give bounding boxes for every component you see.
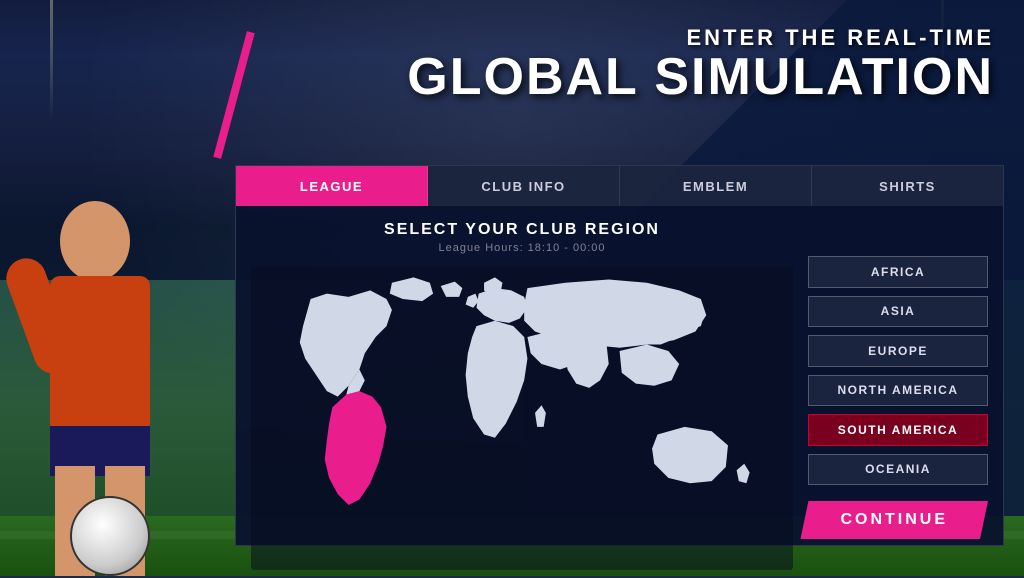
region-africa-btn[interactable]: AFRICA xyxy=(808,256,988,288)
player-ball xyxy=(70,496,150,576)
title-area: ENTER THE REAL-TIME GLOBAL SIMULATION xyxy=(407,25,994,103)
region-south-america-btn[interactable]: SOUTH AMERICA xyxy=(808,414,988,446)
map-title: SELECT YOUR CLUB REGION xyxy=(384,221,660,239)
region-asia-btn[interactable]: ASIA xyxy=(808,296,988,328)
player-torso xyxy=(50,276,150,436)
title-main: GLOBAL SIMULATION xyxy=(407,51,994,103)
map-subtitle: League Hours: 18:10 - 00:00 xyxy=(438,242,605,254)
region-oceania-btn[interactable]: OCEANIA xyxy=(808,454,988,486)
player-body xyxy=(20,136,180,576)
bottom-bar: CONTINUE xyxy=(236,495,1003,545)
content-area: SELECT YOUR CLUB REGION League Hours: 18… xyxy=(236,206,1003,495)
regions-section: AFRICA ASIA EUROPE NORTH AMERICA SOUTH A… xyxy=(808,221,988,485)
tab-club-info[interactable]: CLUB INFO xyxy=(428,166,620,206)
map-section: SELECT YOUR CLUB REGION League Hours: 18… xyxy=(251,221,793,485)
continue-button[interactable]: CONTINUE xyxy=(800,501,988,539)
dialog-panel: LEAGUE CLUB INFO EMBLEM SHIRTS SELECT YO… xyxy=(235,165,1004,546)
region-europe-btn[interactable]: EUROPE xyxy=(808,335,988,367)
tab-emblem[interactable]: EMBLEM xyxy=(620,166,812,206)
region-north-america-btn[interactable]: NORTH AMERICA xyxy=(808,375,988,407)
tabs-row: LEAGUE CLUB INFO EMBLEM SHIRTS xyxy=(236,166,1003,206)
player-figure xyxy=(0,76,220,576)
tab-league[interactable]: LEAGUE xyxy=(236,166,428,206)
player-head xyxy=(60,201,130,281)
tab-shirts[interactable]: SHIRTS xyxy=(812,166,1003,206)
